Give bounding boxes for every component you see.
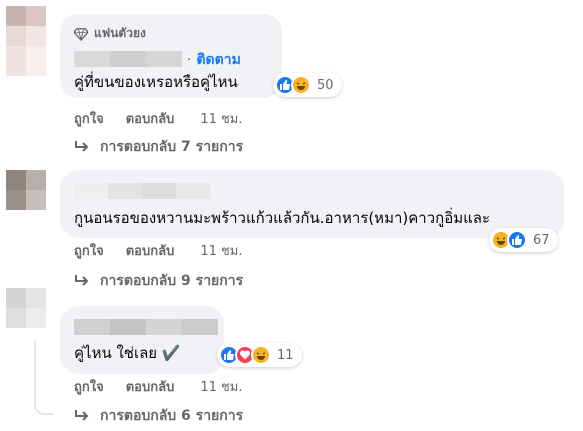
view-replies-link[interactable]: การตอบกลับ 7 รายการ <box>74 136 243 158</box>
view-replies-link[interactable]: การตอบกลับ 6 รายการ <box>74 405 243 427</box>
reply-button[interactable]: ตอบกลับ <box>126 240 175 261</box>
comment-actions: ถูกใจ ตอบกลับ 11 ชม. <box>74 240 243 261</box>
thread-connector <box>34 340 54 415</box>
reaction-count: 50 <box>317 77 334 93</box>
top-fan-badge: แฟนตัวยง <box>74 24 146 43</box>
separator-dot: · <box>187 52 192 68</box>
like-button[interactable]: ถูกใจ <box>74 240 104 261</box>
comment-text: คู่ไหน ใช่เลย ✔️ <box>74 344 181 362</box>
haha-icon <box>251 345 271 365</box>
reply-arrow-icon <box>75 275 89 286</box>
reaction-summary[interactable]: 11 <box>217 343 302 367</box>
reaction-count: 67 <box>533 232 550 248</box>
replies-label: การตอบกลับ 7 รายการ <box>100 139 244 155</box>
comment-text: กูนอนรอของหวานมะพร้าวแก้วแล้วกัน.อาหาร(ห… <box>74 209 491 227</box>
comment-actions: ถูกใจ ตอบกลับ 11 ชม. <box>74 108 243 129</box>
commenter-avatar[interactable] <box>6 170 46 210</box>
diamond-icon <box>74 27 88 41</box>
reaction-count: 11 <box>277 347 294 363</box>
reaction-summary[interactable]: 50 <box>273 73 342 97</box>
like-button[interactable]: ถูกใจ <box>74 376 104 397</box>
replies-label: การตอบกลับ 9 รายการ <box>100 273 244 289</box>
follow-link[interactable]: · ติดตาม <box>187 49 241 71</box>
comment-actions: ถูกใจ ตอบกลับ 11 ชม. <box>74 376 243 397</box>
timestamp[interactable]: 11 ชม. <box>200 240 242 261</box>
reply-arrow-icon <box>75 141 89 152</box>
reply-button[interactable]: ตอบกลับ <box>126 376 175 397</box>
redacted-username <box>74 183 210 199</box>
replies-label: การตอบกลับ 6 รายการ <box>100 408 244 424</box>
comment-text: คู่ที่ขนของเหรอหรือคู่ไหน <box>74 73 238 91</box>
like-icon <box>507 230 527 250</box>
redacted-username <box>74 319 218 335</box>
timestamp[interactable]: 11 ชม. <box>200 108 242 129</box>
commenter-avatar-lower <box>6 46 46 76</box>
comment-bubble <box>60 306 224 374</box>
commenter-avatar[interactable] <box>6 288 46 328</box>
commenter-avatar[interactable] <box>6 6 46 46</box>
reply-arrow-icon <box>75 410 89 421</box>
timestamp[interactable]: 11 ชม. <box>200 376 242 397</box>
redacted-username <box>74 51 182 67</box>
follow-label: ติดตาม <box>196 52 241 68</box>
haha-icon <box>291 75 311 95</box>
like-button[interactable]: ถูกใจ <box>74 108 104 129</box>
view-replies-link[interactable]: การตอบกลับ 9 รายการ <box>74 270 243 292</box>
reaction-summary[interactable]: 67 <box>489 228 558 252</box>
reply-button[interactable]: ตอบกลับ <box>126 108 175 129</box>
badge-label: แฟนตัวยง <box>94 26 146 40</box>
